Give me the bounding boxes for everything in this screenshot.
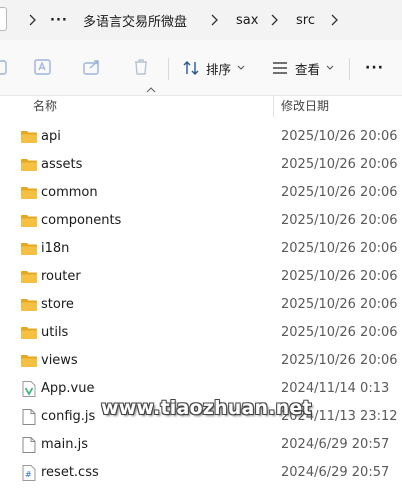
file-date: 2024/6/29 20:57 bbox=[281, 437, 390, 452]
file-icon bbox=[22, 437, 36, 453]
sort-ascending-icon bbox=[146, 87, 156, 93]
folder-icon bbox=[21, 243, 37, 255]
file-name: i18n bbox=[41, 241, 70, 256]
file-name: components bbox=[41, 213, 122, 228]
folder-icon bbox=[21, 355, 37, 367]
list-item[interactable]: components 2025/10/26 20:06 bbox=[0, 207, 402, 235]
folder-icon bbox=[21, 187, 37, 199]
rename-icon[interactable] bbox=[33, 57, 53, 77]
column-divider[interactable] bbox=[273, 95, 274, 117]
file-date: 2025/10/26 20:06 bbox=[281, 241, 398, 256]
file-name: common bbox=[41, 185, 98, 200]
toolbar-divider bbox=[168, 58, 169, 80]
sort-button[interactable]: 排序 bbox=[182, 56, 251, 80]
sort-label: 排序 bbox=[206, 61, 232, 77]
list-item[interactable]: main.js 2024/6/29 20:57 bbox=[0, 431, 402, 459]
file-name: views bbox=[41, 353, 78, 368]
list-item[interactable]: common 2025/10/26 20:06 bbox=[0, 179, 402, 207]
file-name: main.js bbox=[41, 437, 88, 452]
column-date-modified[interactable]: 修改日期 bbox=[281, 97, 329, 114]
file-name: router bbox=[41, 269, 81, 284]
chevron-right-icon bbox=[211, 14, 218, 26]
list-item[interactable]: router 2025/10/26 20:06 bbox=[0, 263, 402, 291]
more-options-button[interactable]: ··· bbox=[365, 56, 384, 80]
file-date: 2025/10/26 20:06 bbox=[281, 129, 398, 144]
sort-icon bbox=[183, 61, 199, 75]
watermark: www.tiaozhuan.net bbox=[101, 397, 312, 419]
file-date: 2025/10/26 20:06 bbox=[281, 185, 398, 200]
file-name: assets bbox=[41, 157, 83, 172]
view-label: 查看 bbox=[295, 61, 321, 77]
file-name: config.js bbox=[41, 409, 96, 424]
list-item[interactable]: i18n 2025/10/26 20:06 bbox=[0, 235, 402, 263]
breadcrumb-item-project[interactable]: 多语言交易所微盘 bbox=[83, 0, 187, 40]
file-name: utils bbox=[41, 325, 69, 340]
address-bar[interactable]: ··· 多语言交易所微盘 sax src bbox=[0, 0, 402, 41]
file-date: 2024/6/29 20:57 bbox=[281, 465, 390, 480]
folder-icon bbox=[21, 159, 37, 171]
copy-icon[interactable] bbox=[0, 57, 12, 77]
file-name: api bbox=[41, 129, 61, 144]
list-item[interactable]: store 2025/10/26 20:06 bbox=[0, 291, 402, 319]
file-date: 2025/10/26 20:06 bbox=[281, 213, 398, 228]
file-date: 2025/10/26 20:06 bbox=[281, 325, 398, 340]
svg-text:#: # bbox=[25, 470, 32, 479]
list-item[interactable]: views 2025/10/26 20:06 bbox=[0, 347, 402, 375]
command-toolbar: 排序 查看 ··· bbox=[0, 40, 402, 96]
list-item[interactable]: assets 2025/10/26 20:06 bbox=[0, 151, 402, 179]
share-icon[interactable] bbox=[82, 57, 102, 77]
list-item[interactable]: # reset.css 2024/6/29 20:57 bbox=[0, 459, 402, 487]
list-item[interactable]: utils 2025/10/26 20:06 bbox=[0, 319, 402, 347]
file-name: reset.css bbox=[41, 465, 99, 480]
folder-icon bbox=[21, 271, 37, 283]
chevron-right-icon bbox=[271, 14, 278, 26]
column-name[interactable]: 名称 bbox=[33, 97, 57, 114]
view-list-icon bbox=[273, 62, 287, 74]
chevron-down-icon bbox=[237, 65, 245, 70]
address-edge bbox=[0, 7, 7, 31]
vue-file-icon bbox=[22, 381, 36, 397]
breadcrumb-more-button[interactable]: ··· bbox=[50, 0, 68, 40]
file-name: App.vue bbox=[41, 381, 95, 396]
breadcrumb-item-sax[interactable]: sax bbox=[236, 0, 258, 40]
column-header: 名称 修改日期 bbox=[0, 87, 402, 117]
file-date: 2025/10/26 20:06 bbox=[281, 269, 398, 284]
file-date: 2025/10/26 20:06 bbox=[281, 297, 398, 312]
view-button[interactable]: 查看 bbox=[271, 56, 340, 80]
file-date: 2024/11/14 0:13 bbox=[281, 381, 390, 396]
folder-icon bbox=[21, 299, 37, 311]
list-item[interactable]: api 2025/10/26 20:06 bbox=[0, 123, 402, 151]
delete-icon[interactable] bbox=[131, 57, 151, 77]
breadcrumb-item-src[interactable]: src bbox=[296, 0, 315, 40]
css-file-icon: # bbox=[22, 465, 36, 481]
file-name: store bbox=[41, 297, 74, 312]
toolbar-divider bbox=[349, 58, 350, 80]
folder-icon bbox=[21, 215, 37, 227]
chevron-right-icon bbox=[29, 14, 36, 26]
folder-icon bbox=[21, 131, 37, 143]
folder-icon bbox=[21, 327, 37, 339]
file-date: 2025/10/26 20:06 bbox=[281, 353, 398, 368]
file-date: 2025/10/26 20:06 bbox=[281, 157, 398, 172]
chevron-down-icon bbox=[326, 65, 334, 70]
file-icon bbox=[22, 409, 36, 425]
chevron-right-icon[interactable] bbox=[328, 12, 342, 28]
